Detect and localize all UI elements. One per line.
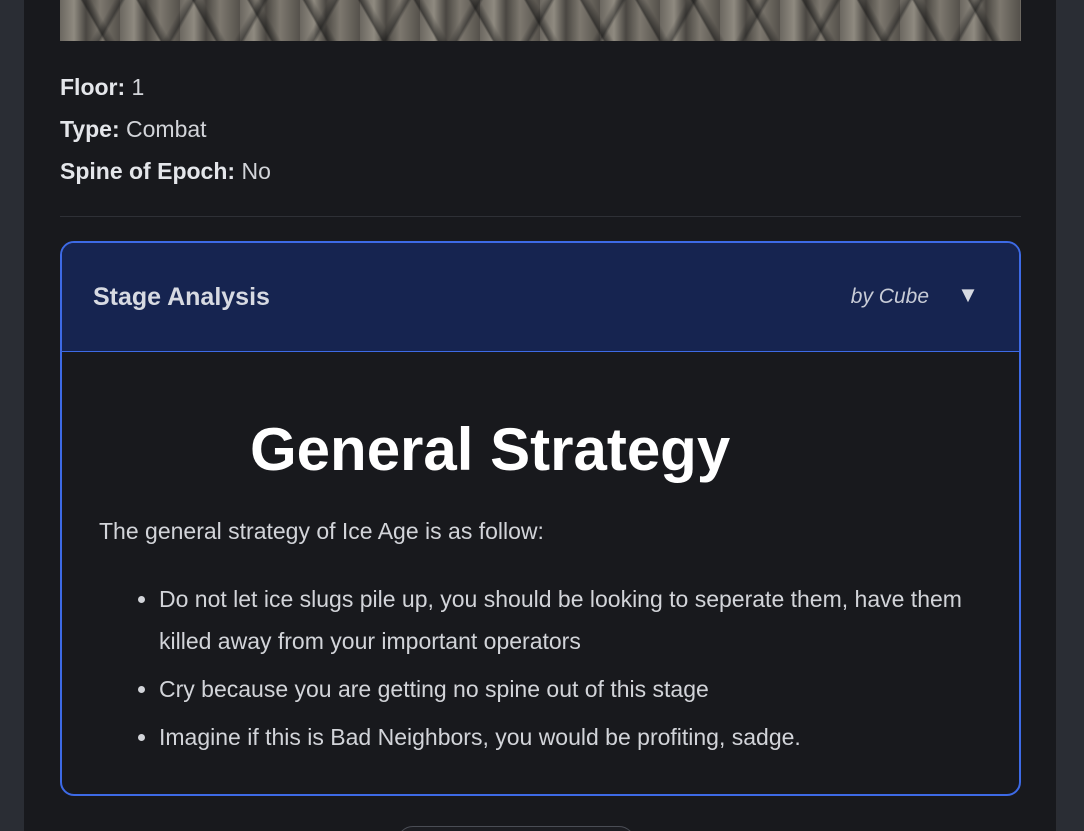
type-row: Type: Combat [60,115,207,143]
chevron-down-icon[interactable]: ▼ [957,283,979,307]
floor-label: Floor: [60,74,126,100]
type-value: Combat [126,116,207,142]
spine-value: No [241,158,271,184]
stage-analysis-title: Stage Analysis [93,283,270,311]
floor-value: 1 [131,74,145,100]
list-item: Cry because you are getting no spine out… [159,668,979,710]
divider [60,216,1021,217]
stage-analysis-card: Stage Analysis by Cube ▼ General Strateg… [60,241,1021,796]
list-item: Do not let ice slugs pile up, you should… [159,578,979,662]
floor-row: Floor: 1 [60,73,144,101]
spine-row: Spine of Epoch: No [60,157,271,185]
next-section-button[interactable] [397,826,635,831]
stage-preview-image [60,0,1021,41]
strategy-heading: General Strategy [250,416,731,483]
stage-detail-panel: Floor: 1 Type: Combat Spine of Epoch: No… [24,0,1057,831]
spine-label: Spine of Epoch: [60,158,236,184]
list-item: Imagine if this is Bad Neighbors, you wo… [159,716,979,758]
stage-analysis-header[interactable]: Stage Analysis by Cube ▼ [62,243,1019,352]
stage-analysis-author: by Cube [850,285,929,308]
type-label: Type: [60,116,120,142]
strategy-list: Do not let ice slugs pile up, you should… [136,578,979,764]
strategy-intro: The general strategy of Ice Age is as fo… [99,518,544,544]
